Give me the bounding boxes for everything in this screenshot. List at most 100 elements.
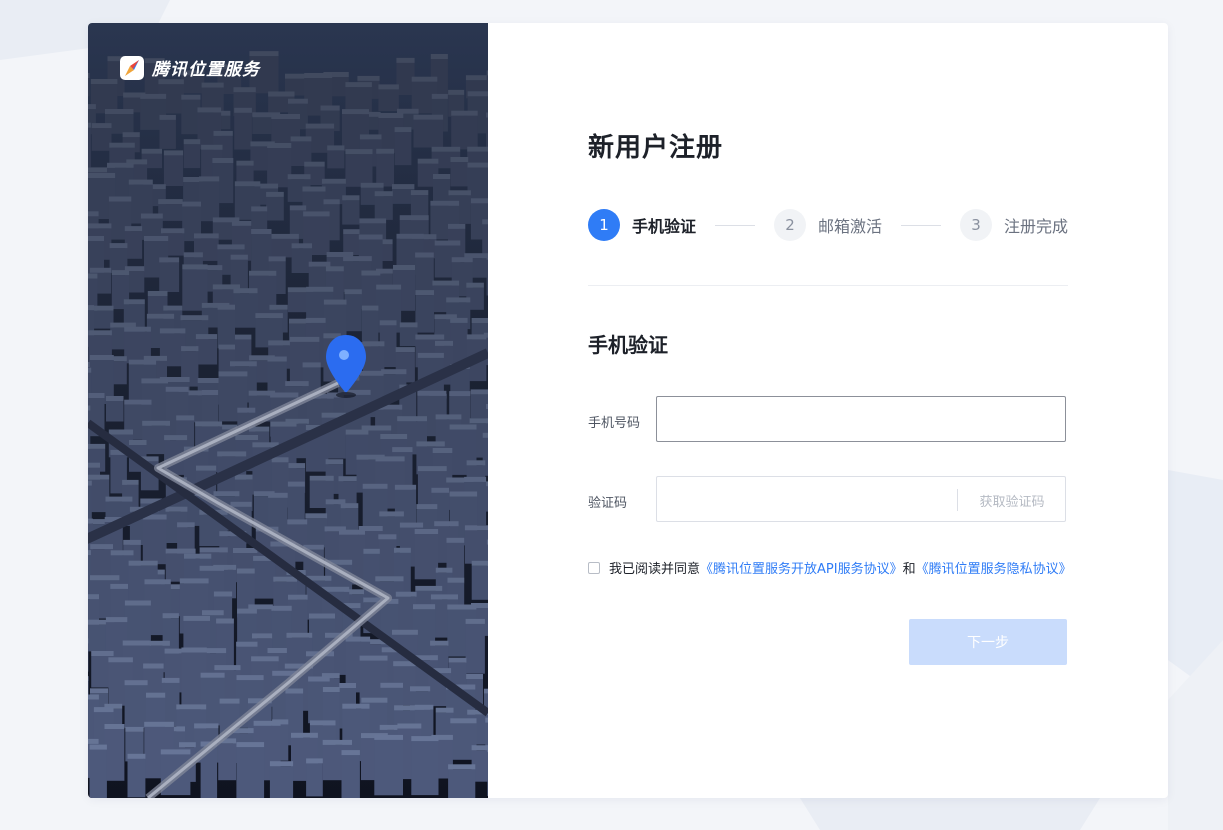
building-roof <box>234 181 261 187</box>
building <box>465 623 485 674</box>
building-roof <box>288 98 308 104</box>
next-step-button[interactable]: 下一步 <box>909 619 1067 665</box>
building-roof <box>268 492 288 498</box>
building-roof <box>163 150 184 156</box>
building-roof <box>376 148 394 154</box>
building-roof <box>122 479 139 485</box>
building-roof <box>451 110 478 116</box>
building-roof <box>165 548 196 554</box>
agreement-checkbox[interactable] <box>588 561 600 574</box>
building-roof <box>88 694 99 700</box>
building-roof <box>251 206 268 212</box>
building-roof <box>141 148 162 154</box>
building-roof <box>237 608 257 614</box>
building <box>327 150 345 169</box>
building <box>378 89 399 112</box>
building-roof <box>449 424 477 430</box>
building-roof <box>89 267 112 273</box>
building-roof <box>343 229 360 235</box>
building <box>342 200 360 225</box>
building-roof <box>306 286 334 292</box>
building-roof <box>396 57 415 63</box>
building <box>267 148 292 188</box>
building-roof <box>432 448 453 453</box>
building-roof <box>88 480 92 486</box>
building-roof <box>88 594 99 600</box>
building-roof <box>201 144 223 150</box>
building-roof <box>213 591 233 597</box>
building <box>464 530 488 564</box>
building <box>234 112 252 150</box>
building-roof <box>345 149 373 155</box>
building-roof <box>108 657 133 663</box>
step-complete: 3 注册完成 <box>960 209 1068 241</box>
building-roof <box>394 127 412 133</box>
building-roof <box>471 318 488 323</box>
building-roof <box>233 548 258 553</box>
building-roof <box>108 196 132 202</box>
building-roof <box>88 173 116 178</box>
building-roof <box>309 613 335 619</box>
step-connector <box>901 225 941 226</box>
building-roof <box>88 443 106 449</box>
building-roof <box>359 370 384 376</box>
building-roof <box>164 648 183 654</box>
building-roof <box>218 371 248 377</box>
building-roof <box>399 215 429 221</box>
building-roof <box>251 656 279 662</box>
building-roof <box>249 270 277 276</box>
building <box>448 769 476 798</box>
building <box>183 144 201 169</box>
building <box>91 128 112 151</box>
building-roof <box>321 178 346 184</box>
building-roof <box>270 421 297 427</box>
building-roof <box>270 392 299 398</box>
building-roof <box>128 359 157 365</box>
phone-input[interactable] <box>656 396 1066 442</box>
building <box>305 518 328 548</box>
building-roof <box>410 190 429 196</box>
register-card: 腾讯位置服务 新用户注册 1 手机验证 2 邮箱激活 3 注册完成 手机验证 手… <box>88 23 1168 798</box>
building <box>199 181 220 222</box>
building-roof <box>199 565 224 571</box>
building <box>195 339 218 365</box>
building-roof <box>236 742 265 748</box>
building-roof <box>273 576 297 582</box>
building-roof <box>124 226 143 232</box>
building <box>124 685 148 728</box>
step-label: 注册完成 <box>1004 217 1069 236</box>
privacy-agreement-link[interactable]: 《腾讯位置服务隐私协议》 <box>916 558 1072 577</box>
building <box>142 519 167 565</box>
building-roof <box>343 256 372 262</box>
building-roof <box>235 334 252 340</box>
building-roof <box>288 594 308 600</box>
building-roof <box>448 223 466 229</box>
api-agreement-link[interactable]: 《腾讯位置服务开放API服务协议》 <box>700 558 903 577</box>
building-roof <box>237 568 255 574</box>
building-roof <box>144 579 171 585</box>
building-roof <box>91 123 112 129</box>
building-roof <box>88 474 110 480</box>
get-code-button[interactable]: 获取验证码 <box>958 477 1066 523</box>
building-roof <box>90 544 113 550</box>
building-roof <box>200 672 225 678</box>
building-roof <box>340 503 359 509</box>
building-roof <box>106 396 124 401</box>
building <box>251 234 272 275</box>
building-roof <box>410 686 431 692</box>
building <box>218 743 237 781</box>
agreement-row: 我已阅读并同意 《腾讯位置服务开放API服务协议》 和 《腾讯位置服务隐私协议》 <box>588 558 1072 577</box>
building-roof <box>435 567 453 573</box>
building-roof <box>430 54 448 59</box>
building-roof <box>181 346 199 352</box>
building-roof <box>430 200 460 206</box>
building-roof <box>165 506 188 512</box>
building-roof <box>217 244 245 250</box>
building-roof <box>327 145 345 151</box>
building <box>233 293 258 328</box>
building-roof <box>471 560 488 566</box>
building-roof <box>214 665 241 671</box>
building-roof <box>180 315 209 321</box>
building-roof <box>161 228 185 234</box>
building-roof <box>394 547 411 553</box>
